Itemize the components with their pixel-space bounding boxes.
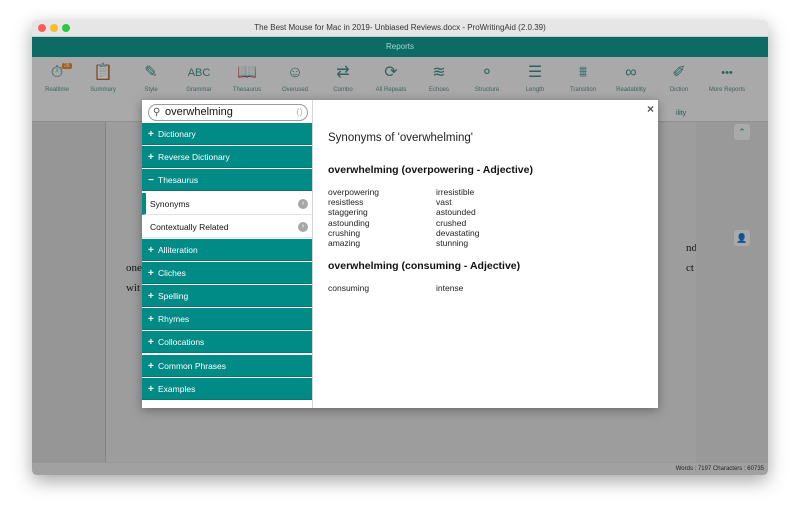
expand-icon: + bbox=[148, 383, 154, 395]
chevron-right-icon: › bbox=[298, 198, 308, 209]
nav-item-label: Alliteration bbox=[158, 244, 198, 255]
title-bar: The Best Mouse for Mac in 2019- Unbiased… bbox=[32, 20, 768, 37]
synonym-word[interactable]: vast bbox=[436, 197, 452, 207]
sub-item-label: Synonyms bbox=[150, 198, 190, 209]
nav-item-label: Common Phrases bbox=[158, 360, 227, 371]
nav-item-label: Examples bbox=[158, 383, 196, 394]
sub-item-synonyms[interactable]: Synonyms › bbox=[142, 192, 312, 215]
nav-item-alliteration[interactable]: + Alliteration bbox=[142, 238, 312, 261]
reports-tab[interactable]: Reports bbox=[32, 37, 768, 57]
synonym-word[interactable]: irresistible bbox=[436, 187, 474, 197]
synonym-row: resistless vast bbox=[328, 197, 628, 207]
synonym-word[interactable]: astounding bbox=[328, 218, 370, 228]
reports-tab-label: Reports bbox=[385, 42, 414, 51]
minimize-window-button[interactable] bbox=[50, 24, 58, 32]
expand-icon: + bbox=[148, 152, 154, 164]
synonym-row: crushing devastating bbox=[328, 228, 628, 238]
synonym-word[interactable]: crushed bbox=[436, 218, 466, 228]
expand-icon: + bbox=[148, 129, 154, 140]
nav-item-spelling[interactable]: + Spelling bbox=[142, 285, 312, 307]
nav-item-label: Dictionary bbox=[158, 129, 196, 139]
synonym-word[interactable]: devastating bbox=[436, 228, 479, 238]
chevron-right-icon: › bbox=[298, 221, 308, 232]
search-icon: ⚲ bbox=[153, 107, 161, 118]
sub-item-contextually-related[interactable]: Contextually Related › bbox=[142, 215, 312, 238]
synonym-list: consuming intense bbox=[328, 283, 628, 293]
expand-icon: + bbox=[148, 267, 154, 279]
nav-item-collocations[interactable]: + Collocations bbox=[142, 331, 312, 354]
synonym-word[interactable]: astounded bbox=[436, 207, 476, 217]
zoom-window-button[interactable] bbox=[62, 24, 70, 32]
expand-icon: + bbox=[148, 291, 154, 302]
nav-item-examples[interactable]: + Examples bbox=[142, 377, 312, 400]
nav-item-common-phrases[interactable]: + Common Phrases bbox=[142, 354, 312, 377]
nav-item-label: Reverse Dictionary bbox=[158, 152, 230, 163]
results-title: Synonyms of 'overwhelming' bbox=[328, 132, 474, 144]
nav-item-label: Thesaurus bbox=[158, 175, 199, 186]
synonym-row: consuming intense bbox=[328, 283, 628, 293]
nav-item-label: Cliches bbox=[158, 267, 186, 278]
word-explorer-dialog: ⚲ ⟨⟩ + Dictionary + Reverse Dictionary −Thes… bbox=[142, 100, 658, 408]
close-window-button[interactable] bbox=[38, 24, 46, 32]
expand-icon: + bbox=[148, 360, 154, 372]
synonym-list: overpowering irresistible resistless vast st… bbox=[328, 187, 628, 248]
synonym-row: astounding crushed bbox=[328, 218, 628, 228]
nav-item-rhymes[interactable]: + Rhymes bbox=[142, 308, 312, 331]
synonym-row: overpowering irresistible bbox=[328, 187, 628, 197]
synonym-word[interactable]: overpowering bbox=[328, 187, 379, 197]
search-input[interactable] bbox=[165, 105, 283, 119]
window-title: The Best Mouse for Mac in 2019- Unbiased… bbox=[254, 23, 546, 32]
expand-icon: + bbox=[148, 244, 154, 256]
nav-item-label: Collocations bbox=[158, 337, 205, 348]
synonym-row: staggering astounded bbox=[328, 207, 628, 217]
close-dialog-button[interactable]: × bbox=[647, 102, 654, 116]
synonym-word[interactable]: resistless bbox=[328, 197, 363, 207]
collapse-icon: − bbox=[148, 175, 154, 187]
sense-heading: overwhelming (consuming - Adjective) bbox=[328, 260, 521, 272]
nav-item-reverse-dictionary[interactable]: + Reverse Dictionary bbox=[142, 146, 312, 169]
nav-item-thesaurus[interactable]: − Thesaurus bbox=[142, 169, 312, 192]
sub-item-label: Contextually Related bbox=[150, 221, 229, 232]
nav-item-dictionary[interactable]: + Dictionary bbox=[142, 123, 312, 145]
sense-heading: overwhelming (overpowering - Adjective) bbox=[328, 164, 533, 176]
expand-icon: + bbox=[148, 337, 154, 349]
synonym-word[interactable]: consuming bbox=[328, 283, 369, 293]
synonym-word[interactable]: stunning bbox=[436, 238, 468, 248]
expand-icon: + bbox=[148, 314, 154, 326]
synonym-word[interactable]: staggering bbox=[328, 207, 368, 217]
history-arrows-icon[interactable]: ⟨⟩ bbox=[296, 105, 303, 119]
nav-item-label: Rhymes bbox=[158, 314, 190, 325]
nav-item-label: Spelling bbox=[158, 291, 189, 301]
synonym-row: amazing stunning bbox=[328, 238, 628, 248]
explorer-nav: ⚲ ⟨⟩ + Dictionary + Reverse Dictionary −Thes… bbox=[142, 100, 313, 408]
synonym-word[interactable]: amazing bbox=[328, 238, 360, 248]
synonym-word[interactable]: intense bbox=[436, 283, 463, 293]
results-pane: × Synonyms of 'overwhelming' overwhelmin… bbox=[313, 100, 658, 408]
synonym-word[interactable]: crushing bbox=[328, 228, 360, 238]
search-box: ⚲ ⟨⟩ bbox=[148, 104, 308, 121]
nav-item-cliches[interactable]: + Cliches bbox=[142, 261, 312, 284]
